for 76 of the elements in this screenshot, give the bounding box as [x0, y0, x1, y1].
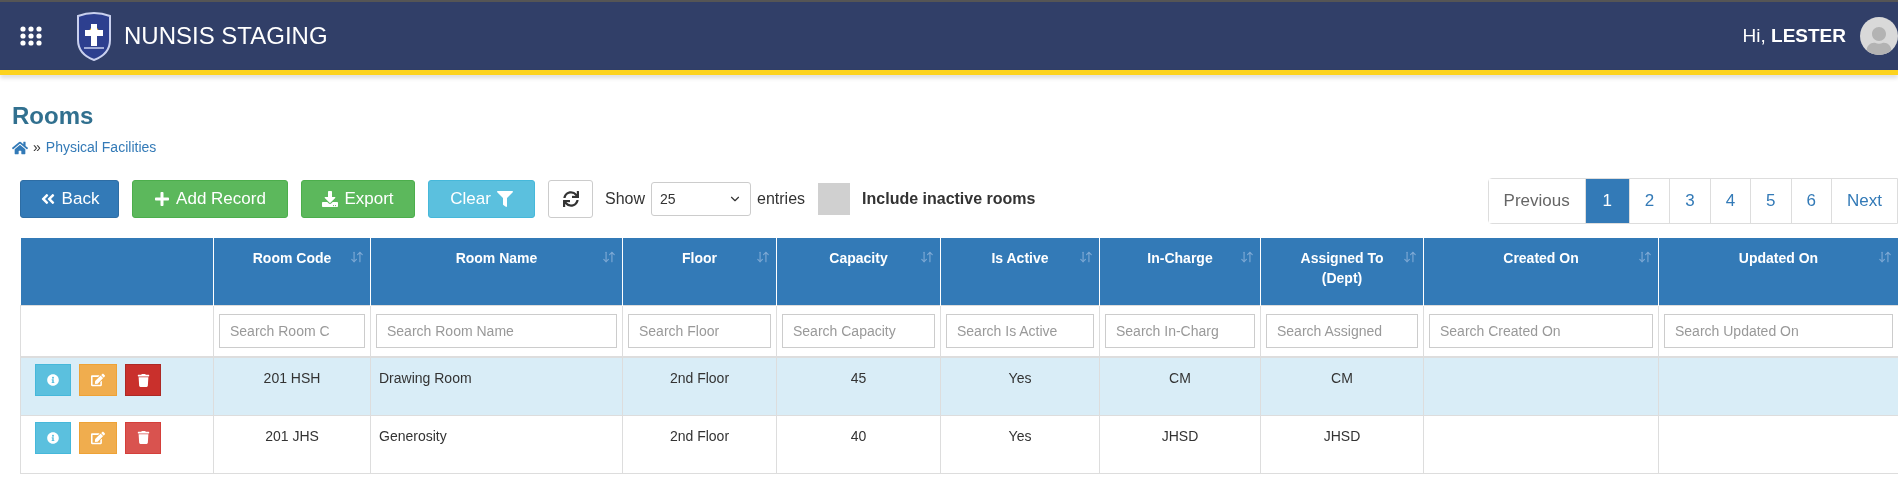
table-cell: JHSD: [1161, 427, 1199, 444]
page-size-select[interactable]: 25: [651, 182, 752, 216]
table-cell: 2nd Floor: [669, 427, 730, 444]
download-icon: [322, 191, 339, 207]
delete-button[interactable]: [125, 421, 161, 454]
edit-icon: [91, 373, 105, 387]
show-label: Show: [605, 189, 646, 209]
table-cell: JHSD: [1323, 427, 1361, 444]
table-cell: 2nd Floor: [669, 370, 730, 386]
add-button[interactable]: Add Record: [132, 180, 288, 218]
plus-icon: [154, 191, 171, 207]
sort-icon: [1240, 250, 1254, 264]
shield-logo-icon: [74, 10, 114, 62]
column-search-field[interactable]: Search In-Charg: [1105, 313, 1255, 348]
back-button[interactable]: Back: [20, 180, 119, 218]
info-icon: [47, 374, 59, 386]
table-cell: CM: [1331, 370, 1353, 386]
breadcrumb-link[interactable]: Physical Facilities: [45, 137, 157, 158]
sort-icon: [920, 250, 934, 264]
app-title: NUNSIS STAGING: [124, 21, 328, 51]
column-search-field[interactable]: Search Floor: [628, 313, 771, 348]
table-cell: 40: [850, 427, 867, 444]
column-header[interactable]: Created On: [1423, 238, 1659, 305]
entries-label: entries: [757, 189, 806, 209]
user-greeting: Hi, LESTER: [1742, 23, 1846, 48]
trash-icon: [136, 373, 150, 387]
sort-icon: [1403, 250, 1417, 264]
page-title: Rooms: [12, 101, 95, 131]
column-header[interactable]: Updated On: [1658, 238, 1898, 305]
column-header[interactable]: In-Charge: [1099, 238, 1261, 305]
home-icon[interactable]: [12, 139, 28, 156]
column-search-field[interactable]: Search Is Active: [946, 313, 1094, 348]
column-header[interactable]: Room Name: [370, 238, 623, 305]
sort-icon: [1878, 250, 1892, 264]
table-row[interactable]: 201 JHS Generosity 2nd Floor 40 Yes JHSD JHSD: [20, 415, 1898, 473]
avatar[interactable]: [1860, 17, 1898, 55]
filter-icon: [496, 191, 513, 207]
column-search-field[interactable]: Search Updated On: [1664, 313, 1893, 348]
table-cell: Yes: [1008, 370, 1032, 386]
column-header[interactable]: Room Code: [213, 238, 371, 305]
pagination-button[interactable]: 1: [1584, 179, 1629, 223]
edit-icon: [91, 430, 105, 445]
info-icon: [47, 431, 59, 444]
sort-icon: [1638, 250, 1652, 264]
breadcrumb-separator: »: [33, 138, 41, 157]
table-cell: 201 JHS: [265, 427, 319, 444]
column-search-field[interactable]: Search Created On: [1429, 313, 1653, 348]
table-cell: CM: [1169, 370, 1191, 386]
column-header[interactable]: Assigned To (Dept): [1260, 238, 1424, 305]
refresh-icon: [562, 191, 579, 207]
column-header[interactable]: Is Active: [940, 238, 1100, 305]
double-chevron-left-icon: [39, 191, 56, 207]
info-button[interactable]: [35, 364, 71, 396]
table-cell: 45: [850, 370, 867, 386]
trash-icon: [136, 431, 150, 444]
column-search-field[interactable]: Search Assigned: [1266, 313, 1418, 348]
delete-button[interactable]: [125, 364, 161, 396]
sort-icon: [602, 250, 616, 264]
column-search-field[interactable]: Search Capacity: [782, 313, 935, 348]
table-cell: Drawing Room: [379, 370, 472, 386]
sort-icon: [350, 250, 364, 264]
table-cell: 201 HSH: [263, 370, 321, 386]
column-header[interactable]: Capacity: [776, 238, 941, 305]
app-grid-icon[interactable]: [20, 26, 42, 46]
column-search-field[interactable]: Search Room C: [219, 313, 365, 348]
include-inactive-label: Include inactive rooms: [862, 189, 1036, 209]
column-header[interactable]: Floor: [622, 238, 777, 305]
info-button[interactable]: [35, 421, 71, 454]
column-search-field[interactable]: Search Room Name: [376, 313, 617, 348]
sort-icon: [756, 250, 770, 264]
table-row[interactable]: 201 HSH Drawing Room 2nd Floor 45 Yes CM CM: [20, 357, 1898, 415]
table-cell: Generosity: [379, 427, 447, 444]
sort-icon: [1079, 250, 1093, 264]
export-button[interactable]: Export: [301, 180, 415, 218]
table-cell: Yes: [1008, 427, 1032, 444]
refresh-button[interactable]: [548, 180, 593, 218]
